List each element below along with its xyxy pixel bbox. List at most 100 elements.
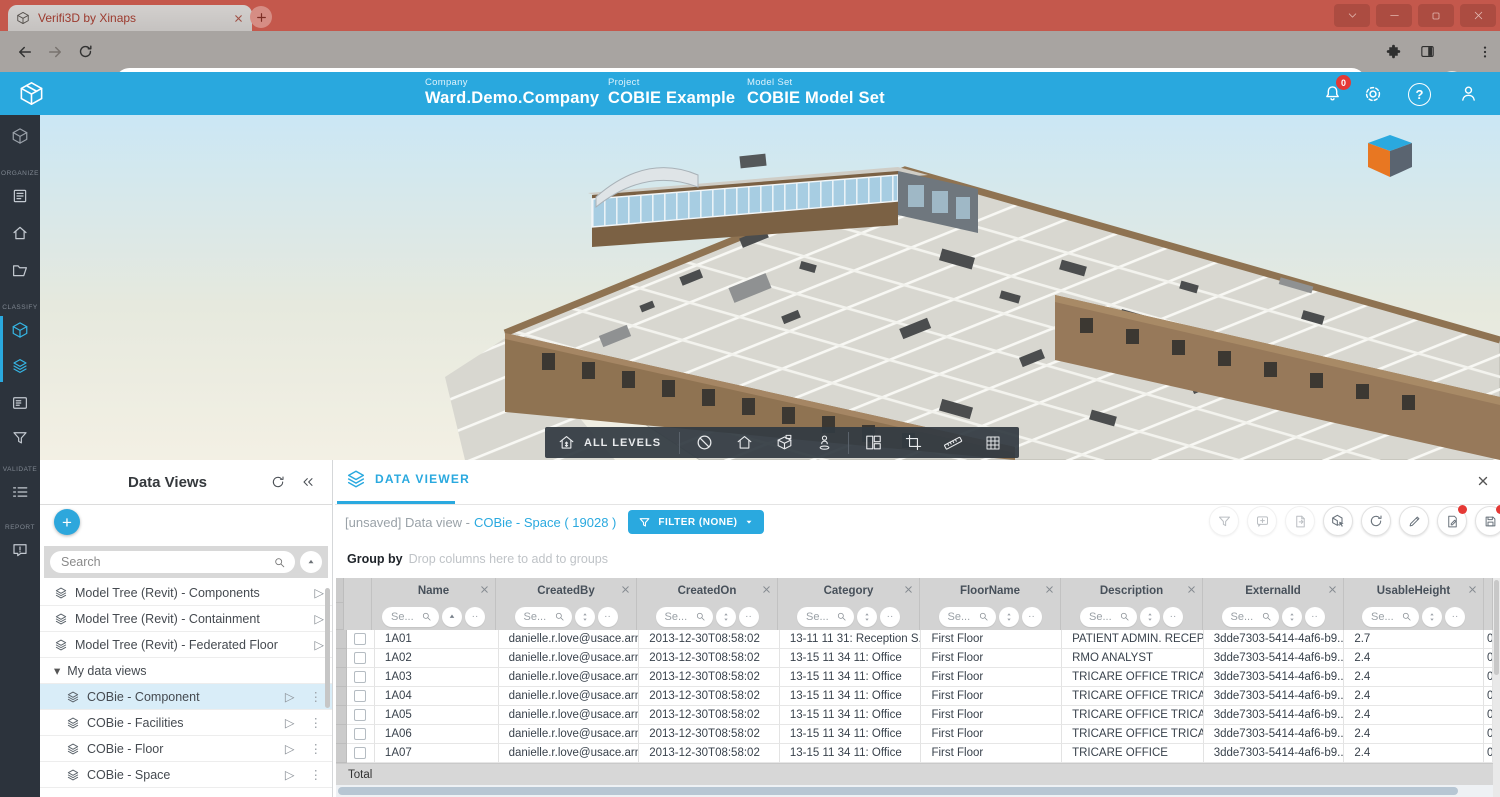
row-checkbox[interactable]: [354, 690, 366, 702]
extensions-puzzle-icon[interactable]: [1378, 37, 1408, 67]
list-item[interactable]: COBie - Space ▷ ⋮: [40, 762, 332, 788]
section-box-icon[interactable]: [764, 427, 804, 458]
column-more-icon[interactable]: ··: [465, 607, 485, 627]
forward-button[interactable]: [40, 37, 70, 67]
tab-close-icon[interactable]: [233, 13, 244, 24]
row-checkbox[interactable]: [354, 747, 366, 759]
table-row[interactable]: 1A01 danielle.r.love@usace.arm... 2013-1…: [336, 630, 1493, 649]
table-row[interactable]: 1A04 danielle.r.love@usace.arm... 2013-1…: [336, 687, 1493, 706]
column-more-icon[interactable]: ··: [1163, 607, 1183, 627]
sort-toggle-icon[interactable]: [1140, 607, 1160, 627]
vertical-scrollbar[interactable]: [1493, 578, 1500, 797]
side-panel-icon[interactable]: [1412, 37, 1442, 67]
navigation-cube[interactable]: [1362, 129, 1418, 181]
help-icon[interactable]: ?: [1408, 83, 1431, 106]
sort-toggle-icon[interactable]: [857, 607, 877, 627]
filter-action-icon[interactable]: [1209, 506, 1239, 536]
list-item[interactable]: Model Tree (Revit) - Containment ▷: [40, 606, 332, 632]
sort-toggle-icon[interactable]: [999, 607, 1019, 627]
more-menu-icon[interactable]: ⋮: [310, 689, 323, 704]
row-checkbox[interactable]: [354, 633, 366, 645]
report-chat-icon[interactable]: [11, 541, 29, 559]
list-item[interactable]: COBie - Facilities ▷ ⋮: [40, 710, 332, 736]
grid-icon[interactable]: [973, 427, 1013, 458]
column-header[interactable]: Description: [1061, 578, 1203, 603]
column-header[interactable]: UsableHeight: [1344, 578, 1484, 603]
first-person-icon[interactable]: [804, 427, 844, 458]
table-row[interactable]: 1A07 danielle.r.love@usace.arm... 2013-1…: [336, 744, 1493, 763]
remove-column-icon[interactable]: [1044, 584, 1055, 595]
edit-pencil-icon[interactable]: [1399, 506, 1429, 536]
modelset-value[interactable]: COBIE Model Set: [747, 89, 885, 108]
more-menu-icon[interactable]: ⋮: [310, 715, 323, 730]
column-search-field[interactable]: [656, 607, 713, 627]
play-icon[interactable]: ▷: [285, 767, 295, 782]
filter-funnel-icon[interactable]: [11, 429, 29, 447]
user-account-icon[interactable]: [1458, 83, 1479, 104]
column-more-icon[interactable]: ··: [1445, 607, 1465, 627]
column-search-field[interactable]: [1362, 607, 1419, 627]
remove-column-icon[interactable]: [479, 584, 490, 595]
list-item-selected[interactable]: COBie - Component ▷ ⋮: [40, 684, 332, 710]
vertical-scrollbar-thumb[interactable]: [1494, 580, 1499, 675]
properties-card-icon[interactable]: [11, 394, 29, 412]
list-item[interactable]: COBie - Floor ▷ ⋮: [40, 736, 332, 762]
filter-button[interactable]: FILTER (NONE): [628, 510, 764, 534]
column-header[interactable]: CreatedBy: [496, 578, 637, 603]
play-icon[interactable]: ▷: [285, 689, 295, 704]
table-row[interactable]: 1A05 danielle.r.love@usace.arm... 2013-1…: [336, 706, 1493, 725]
horizontal-scrollbar-thumb[interactable]: [338, 787, 1458, 795]
edit-view-icon[interactable]: [1437, 506, 1467, 536]
close-panel-icon[interactable]: [1476, 474, 1490, 488]
search-field[interactable]: [50, 551, 295, 573]
data-views-scrollbar[interactable]: [325, 588, 330, 708]
window-minimize-button[interactable]: [1376, 4, 1412, 27]
row-checkbox[interactable]: [354, 728, 366, 740]
add-comment-icon[interactable]: [1247, 506, 1277, 536]
search-input[interactable]: [59, 554, 273, 570]
sort-toggle-icon[interactable]: [1282, 607, 1302, 627]
sort-ascending-icon[interactable]: [442, 607, 462, 627]
home-view-icon[interactable]: [724, 427, 764, 458]
refresh-table-icon[interactable]: [1361, 506, 1391, 536]
column-more-icon[interactable]: ··: [739, 607, 759, 627]
table-row[interactable]: 1A06 danielle.r.love@usace.arm... 2013-1…: [336, 725, 1493, 744]
column-search-field[interactable]: [1080, 607, 1137, 627]
remove-column-icon[interactable]: [1327, 584, 1338, 595]
window-maximize-button[interactable]: [1418, 4, 1454, 27]
column-search-field[interactable]: [939, 607, 996, 627]
column-search-field[interactable]: [797, 607, 854, 627]
save-view-icon[interactable]: [1475, 506, 1500, 536]
column-header[interactable]: FloorName: [920, 578, 1061, 603]
table-row[interactable]: 1A02 danielle.r.love@usace.arm... 2013-1…: [336, 649, 1493, 668]
select-in-model-icon[interactable]: [1323, 506, 1353, 536]
settings-gear-icon[interactable]: [1362, 83, 1384, 105]
column-header[interactable]: Name: [372, 578, 496, 603]
sort-toggle-icon[interactable]: [716, 607, 736, 627]
reload-button[interactable]: [70, 37, 100, 67]
column-more-icon[interactable]: ··: [1305, 607, 1325, 627]
collapse-list-button[interactable]: [300, 551, 322, 573]
split-view-icon[interactable]: [853, 427, 893, 458]
export-document-icon[interactable]: [1285, 506, 1315, 536]
company-value[interactable]: Ward.Demo.Company: [425, 89, 599, 108]
checklist-icon[interactable]: [11, 483, 29, 501]
project-value[interactable]: COBIE Example: [608, 89, 735, 108]
remove-column-icon[interactable]: [903, 584, 914, 595]
back-button[interactable]: [10, 37, 40, 67]
add-data-view-button[interactable]: +: [54, 509, 80, 535]
model-cube-icon[interactable]: [11, 321, 29, 339]
row-checkbox[interactable]: [354, 652, 366, 664]
window-close-button[interactable]: [1460, 4, 1496, 27]
home-icon[interactable]: [11, 224, 29, 242]
column-header[interactable]: ExternalId: [1203, 578, 1344, 603]
tab-search-button[interactable]: [1334, 4, 1370, 27]
browser-tab[interactable]: Verifi3D by Xinaps: [8, 5, 252, 31]
collapse-panel-icon[interactable]: [300, 474, 316, 490]
sort-toggle-icon[interactable]: [575, 607, 595, 627]
more-menu-icon[interactable]: ⋮: [310, 767, 323, 782]
list-item[interactable]: Model Tree (Revit) - Components ▷: [40, 580, 332, 606]
group-by-bar[interactable]: Group by Drop columns here to add to gro…: [335, 540, 1500, 578]
column-search-field[interactable]: [1222, 607, 1279, 627]
list-item[interactable]: Model Tree (Revit) - Federated Floor ▷: [40, 632, 332, 658]
